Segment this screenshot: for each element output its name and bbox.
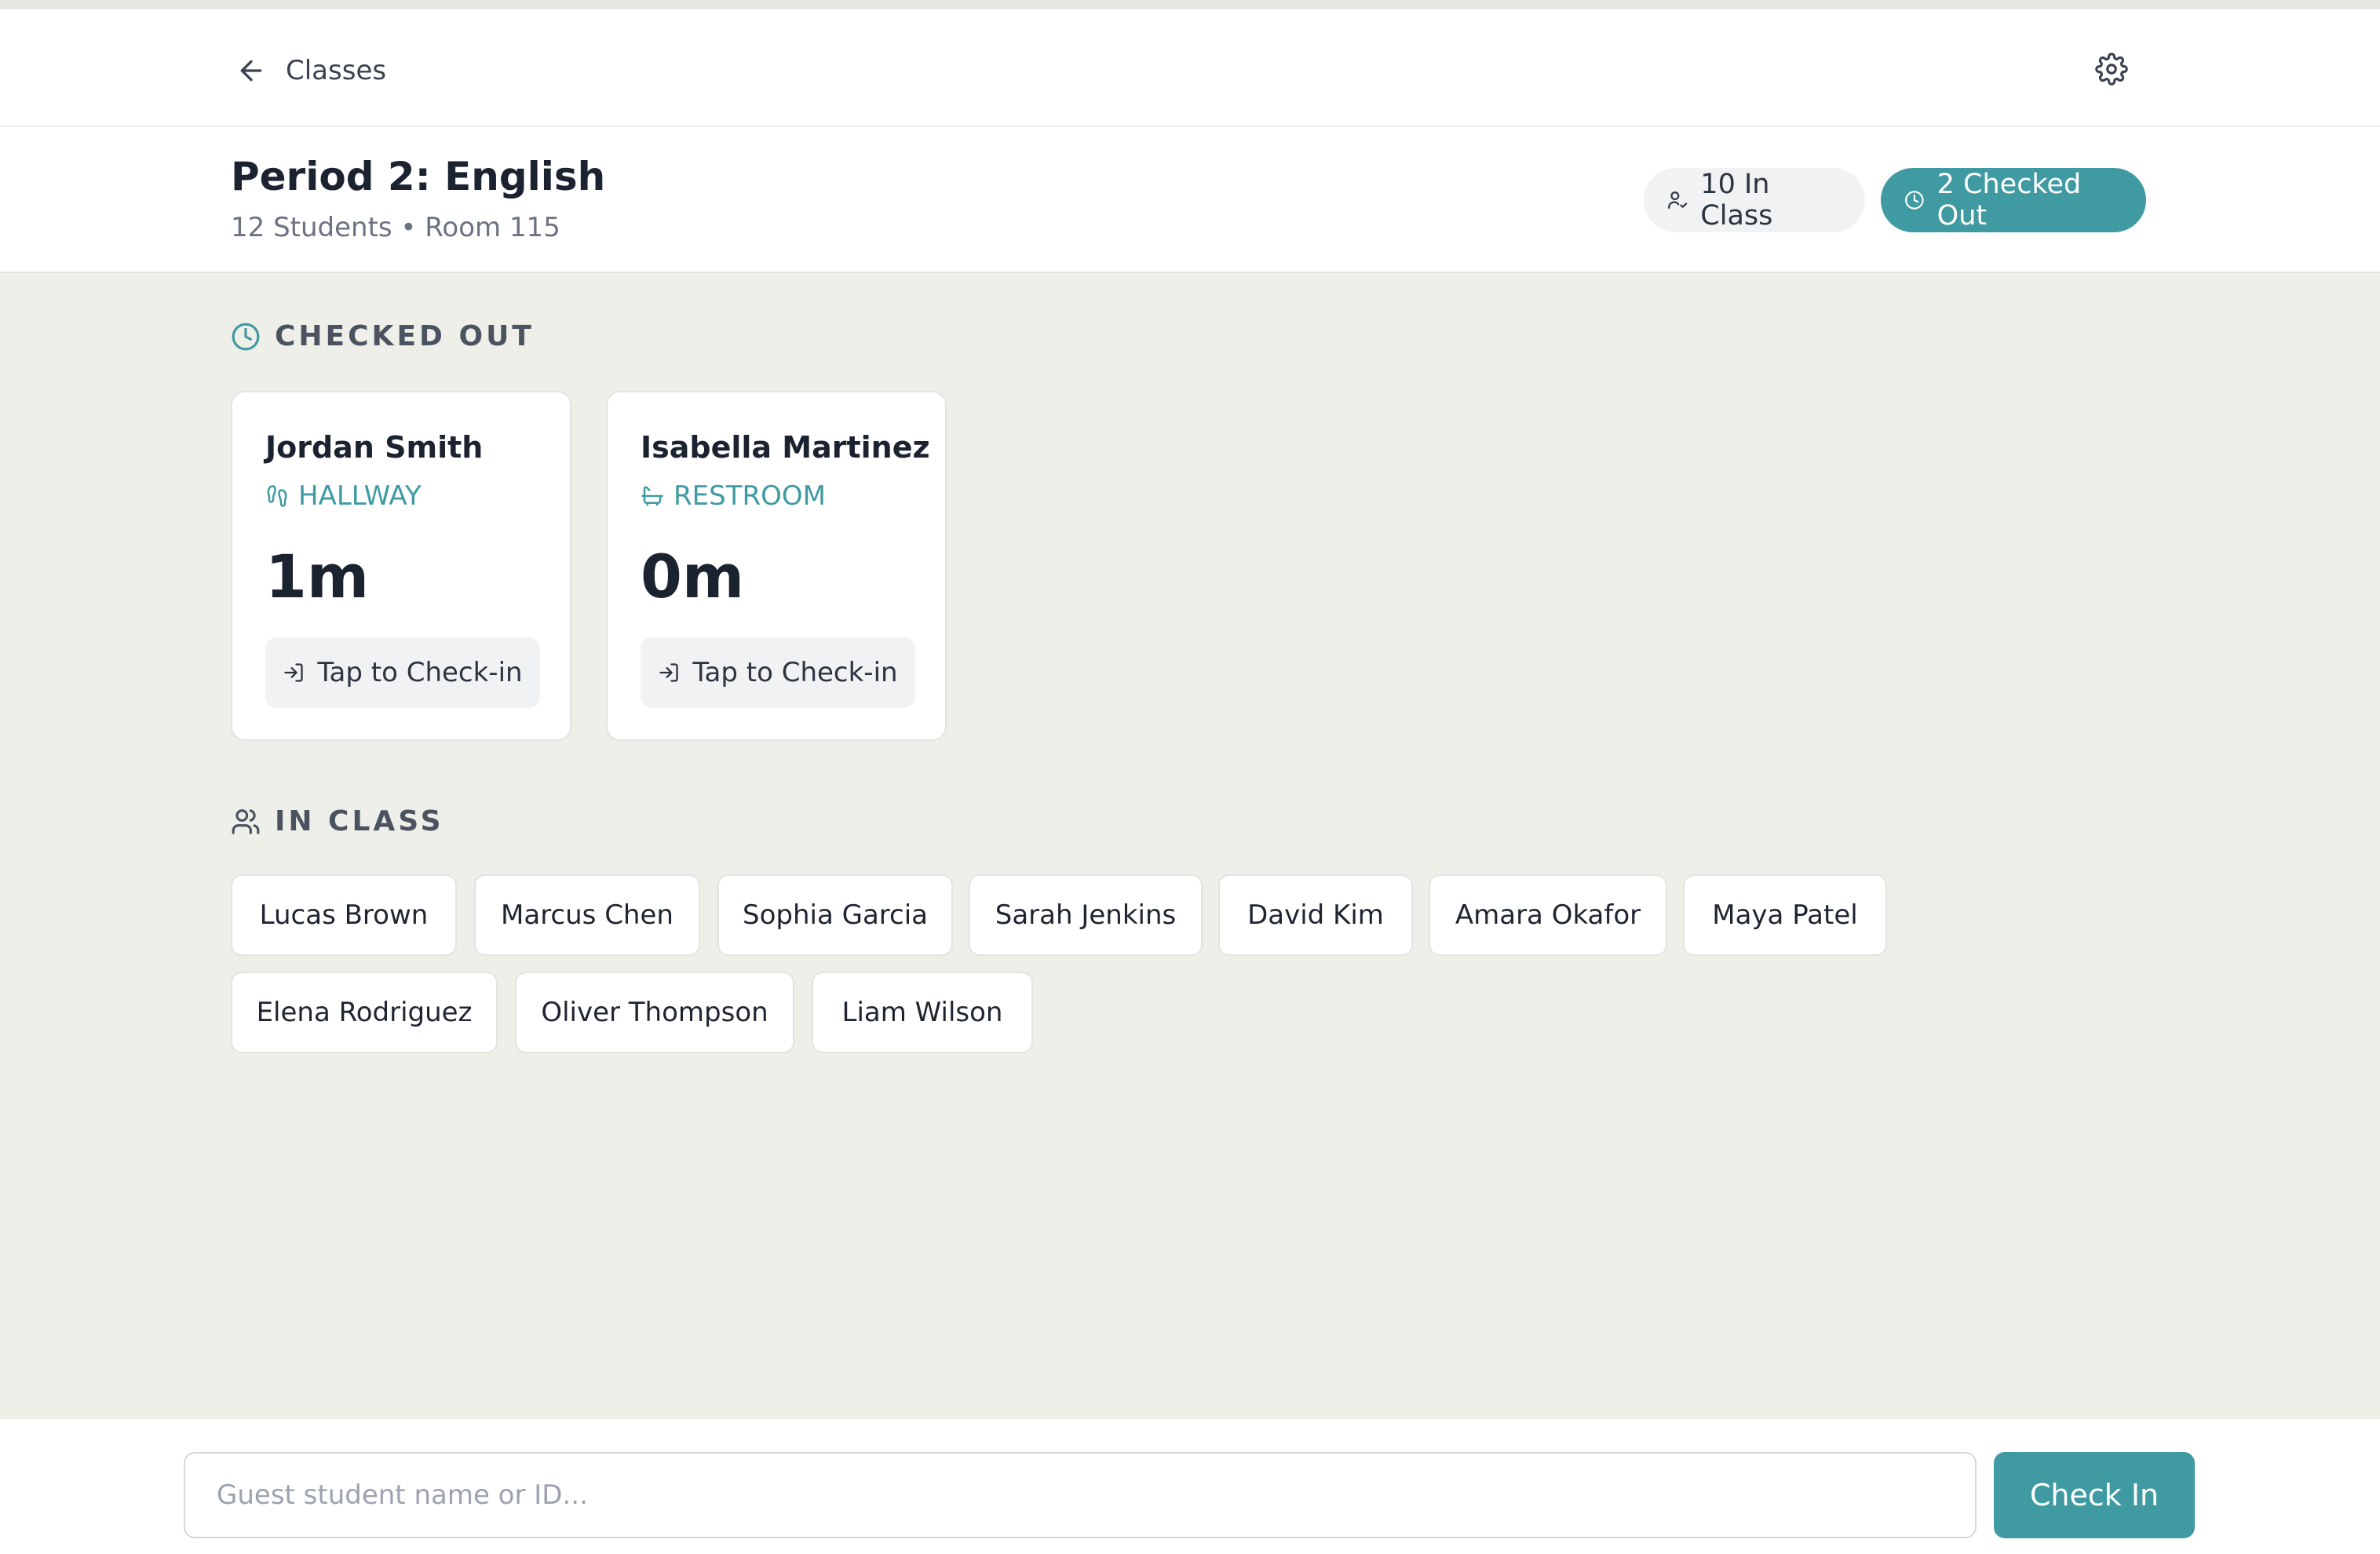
clock-icon [232, 323, 260, 350]
bath-icon [641, 486, 663, 506]
location-label: HALLWAY [298, 480, 422, 512]
back-to-classes-link[interactable]: Classes [235, 49, 386, 93]
in-class-count-pill[interactable]: 10 In Class [1644, 168, 1865, 232]
log-in-icon [284, 663, 304, 682]
top-strip [0, 0, 2380, 9]
check-in-label: Tap to Check-in [317, 657, 523, 688]
page-title: Period 2: English [231, 154, 606, 199]
checked-out-card[interactable]: Jordan Smith HALLWAY 1m Tap to Check-in [231, 391, 571, 741]
users-icon [232, 808, 260, 834]
student-name: Jordan Smith [265, 430, 484, 465]
class-header: Period 2: English 12 Students • Room 115… [0, 127, 2380, 273]
tap-to-check-in-button[interactable]: Tap to Check-in [265, 637, 540, 708]
student-location: RESTROOM [641, 480, 826, 512]
top-nav: Classes [0, 9, 2380, 127]
in-class-section-label: IN CLASS [275, 805, 444, 837]
student-chip[interactable]: Marcus Chen [474, 874, 700, 956]
checked-out-count-pill[interactable]: 2 Checked Out [1881, 168, 2146, 232]
user-check-icon [1668, 192, 1688, 209]
student-chip[interactable]: Lucas Brown [231, 874, 457, 956]
student-chip[interactable]: Elena Rodriguez [231, 972, 498, 1053]
log-in-icon [659, 663, 679, 682]
student-chip[interactable]: Sophia Garcia [717, 874, 953, 956]
student-chip[interactable]: Amara Okafor [1429, 874, 1667, 956]
student-name: Isabella Martinez [641, 430, 930, 465]
arrow-left-icon [240, 60, 262, 82]
elapsed-time: 1m [265, 542, 370, 611]
settings-button[interactable] [2091, 49, 2132, 89]
class-subtitle: 12 Students • Room 115 [231, 212, 560, 243]
in-class-section-heading: IN CLASS [231, 805, 444, 837]
footprints-icon [267, 485, 287, 507]
check-in-label: Tap to Check-in [692, 657, 898, 688]
student-chip[interactable]: David Kim [1218, 874, 1413, 956]
elapsed-time: 0m [641, 542, 745, 611]
checked-out-card[interactable]: Isabella Martinez RESTROOM 0m Tap to Che… [606, 391, 947, 741]
check-in-button[interactable]: Check In [1994, 1452, 2195, 1538]
checked-out-section-label: CHECKED OUT [275, 320, 535, 352]
student-chip[interactable]: Oliver Thompson [515, 972, 794, 1053]
back-label: Classes [286, 55, 387, 86]
clock-icon [1905, 191, 1924, 210]
student-chip[interactable]: Maya Patel [1683, 874, 1887, 956]
guest-student-input[interactable] [184, 1452, 1977, 1538]
checked-out-section-heading: CHECKED OUT [231, 320, 535, 352]
guest-check-in-bar: Check In [0, 1419, 2380, 1554]
in-class-count-label: 10 In Class [1700, 169, 1773, 232]
student-chip[interactable]: Liam Wilson [812, 972, 1033, 1053]
gear-icon [2095, 53, 2128, 86]
checked-out-count-label: 2 Checked Out [1936, 169, 2082, 232]
tap-to-check-in-button[interactable]: Tap to Check-in [641, 637, 915, 708]
location-label: RESTROOM [673, 480, 826, 512]
student-chip[interactable]: Sarah Jenkins [969, 874, 1203, 956]
student-location: HALLWAY [265, 480, 422, 512]
